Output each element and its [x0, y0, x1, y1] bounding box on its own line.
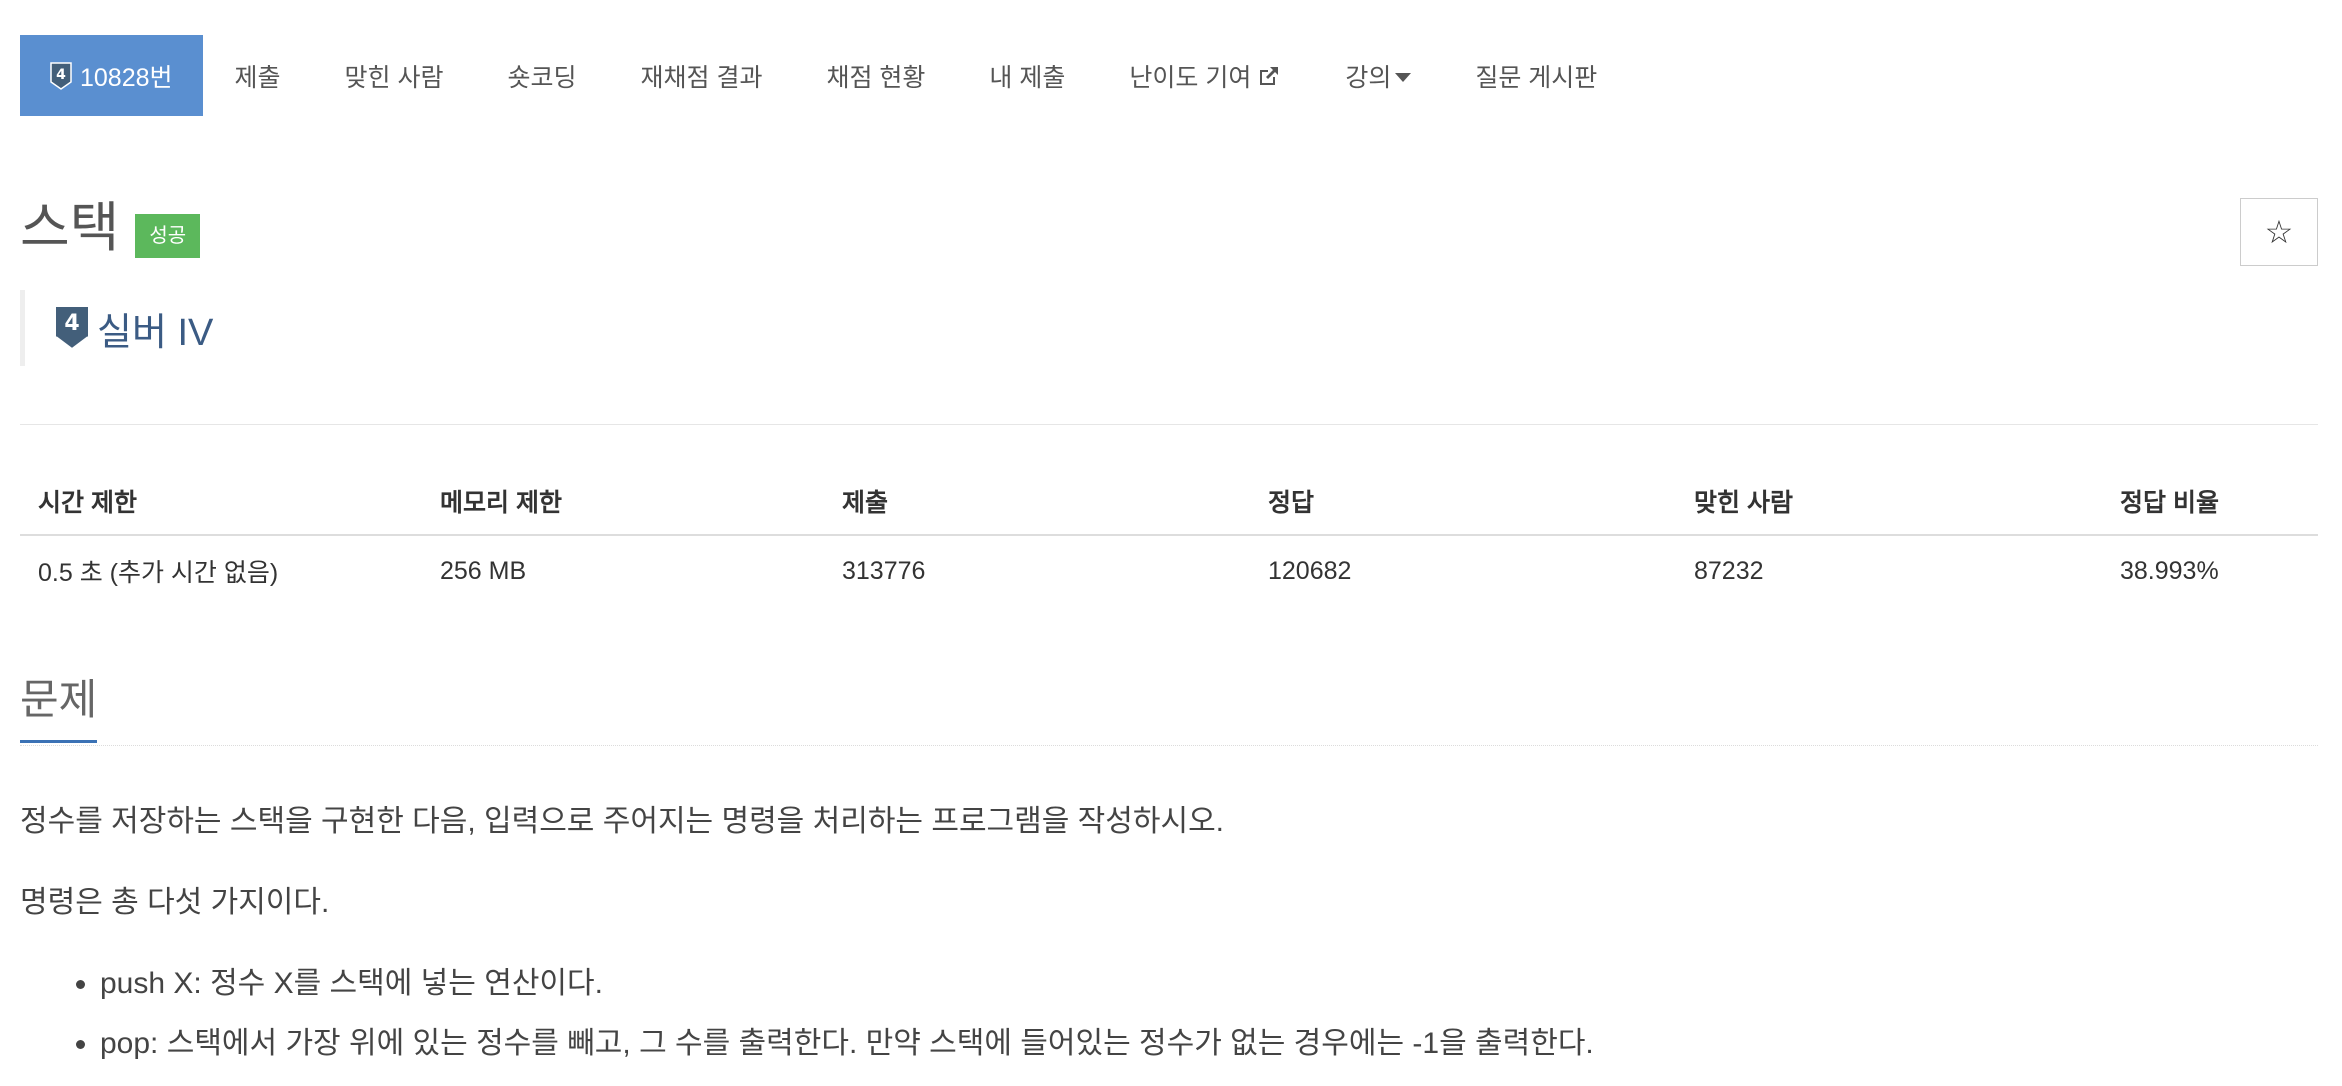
tab-lectures[interactable]: 강의 [1313, 35, 1443, 116]
star-icon: ☆ [2264, 214, 2294, 250]
cell-accept-ratio: 38.993% [2120, 556, 2219, 585]
problem-nav: 4 10828번 제출 맞힌 사람 숏코딩 재채점 결과 채점 현황 내 제출 … [20, 35, 1629, 116]
header-time-limit: 시간 제한 [20, 468, 422, 536]
divider [20, 424, 2318, 425]
tier-number: 4 [56, 67, 66, 83]
problem-tier: 4 실버 IV [20, 290, 213, 366]
description-paragraph: 명령은 총 다섯 가지이다. [20, 886, 330, 919]
table-row: 0.5 초 (추가 시간 없음) 256 MB 313776 120682 87… [20, 535, 2318, 606]
table-header-row: 시간 제한 메모리 제한 제출 정답 맞힌 사람 정답 비율 [20, 468, 2318, 536]
header-memory-limit: 메모리 제한 [422, 468, 824, 536]
description-paragraph: 정수를 저장하는 스택을 구현한 다음, 입력으로 주어지는 명령을 처리하는 … [20, 805, 1225, 838]
cell-memory-limit: 256 MB [440, 556, 527, 585]
tab-problem-number[interactable]: 4 10828번 [20, 35, 203, 116]
tier-label[interactable]: 실버 IV [97, 301, 213, 356]
tab-label: 내 제출 [989, 63, 1066, 92]
tab-label: 채점 현황 [826, 63, 926, 92]
external-link-icon [1260, 66, 1279, 85]
command-list: push X: 정수 X를 스택에 넣는 연산이다. pop: 스택에서 가장 … [20, 962, 2318, 1066]
tab-question-board[interactable]: 질문 게시판 [1443, 35, 1629, 116]
caret-down-icon [1395, 73, 1412, 82]
tab-rejudge-results[interactable]: 재채점 결과 [609, 35, 795, 116]
header-submissions: 제출 [824, 468, 1250, 536]
header-accept-ratio: 정답 비율 [2102, 468, 2318, 536]
title-row: 스택 성공 [20, 196, 201, 260]
problem-info-table: 시간 제한 메모리 제한 제출 정답 맞힌 사람 정답 비율 0.5 초 (추가… [20, 468, 2318, 606]
cell-time-limit: 0.5 초 (추가 시간 없음) [38, 559, 279, 587]
tab-submit[interactable]: 제출 [203, 35, 313, 116]
tier-number: 4 [64, 311, 79, 336]
list-item: push X: 정수 X를 스택에 넣는 연산이다. [100, 962, 2318, 1006]
header-solved-users: 맞힌 사람 [1676, 468, 2102, 536]
tab-difficulty-contribution[interactable]: 난이도 기여 [1097, 35, 1313, 116]
problem-section-header: 문제 [20, 670, 2318, 746]
tab-label: 맞힌 사람 [344, 63, 444, 92]
silver-tier-badge-icon: 4 [50, 61, 72, 90]
cell-submissions: 313776 [842, 556, 926, 585]
tab-label: 재채점 결과 [640, 63, 763, 92]
silver-tier-badge-icon: 4 [55, 307, 89, 350]
cell-accepted: 120682 [1268, 556, 1352, 585]
tab-my-submissions[interactable]: 내 제출 [957, 35, 1097, 116]
problem-description: 정수를 저장하는 스택을 구현한 다음, 입력으로 주어지는 명령을 처리하는 … [20, 800, 2318, 1082]
problem-title: 스택 [20, 198, 120, 258]
problem-page: 4 10828번 제출 맞힌 사람 숏코딩 재채점 결과 채점 현황 내 제출 … [0, 0, 2342, 1086]
tab-label: 10828번 [80, 63, 173, 92]
tab-label: 질문 게시판 [1475, 63, 1598, 92]
tab-judge-status[interactable]: 채점 현황 [794, 35, 957, 116]
tab-label: 강의 [1345, 63, 1392, 92]
favorite-star-button[interactable]: ☆ [2240, 198, 2318, 266]
list-item: pop: 스택에서 가장 위에 있는 정수를 빼고, 그 수를 출력한다. 만약… [100, 1022, 2318, 1066]
cell-solved-users: 87232 [1694, 556, 1764, 585]
section-title: 문제 [20, 670, 98, 743]
header-accepted: 정답 [1250, 468, 1676, 536]
tab-solved-users[interactable]: 맞힌 사람 [313, 35, 476, 116]
tab-short-coding[interactable]: 숏코딩 [476, 35, 609, 116]
tab-label: 숏코딩 [507, 63, 577, 92]
tab-label: 난이도 기여 [1129, 63, 1252, 92]
status-badge: 성공 [135, 214, 201, 258]
tab-label: 제출 [234, 63, 281, 92]
